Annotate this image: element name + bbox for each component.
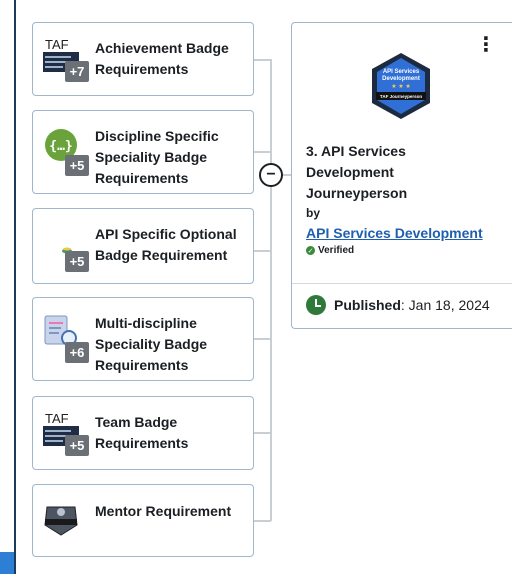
journeyperson-badge-icon: API Services Development ★ ★ ★ TAF Journ…	[368, 51, 434, 121]
requirement-card-mentor[interactable]: Mentor Requirement	[32, 484, 254, 557]
published-date: : Jan 18, 2024	[400, 297, 490, 313]
badge-line: TAF Journeyperson	[380, 94, 422, 99]
card-title: Achievement Badge Requirements	[95, 40, 229, 77]
badge-line: Development	[382, 76, 420, 82]
requirement-card-multi-discipline[interactable]: +6 Multi-discipline Speciality Badge Req…	[32, 297, 254, 381]
badge-title: 3. API Services Development Journeyperso…	[306, 143, 408, 201]
connector-branch	[254, 338, 271, 340]
clock-icon	[306, 295, 326, 315]
verified-label: Verified	[318, 245, 355, 256]
badge-count: +5	[65, 435, 89, 456]
mentor-badge-icon	[41, 497, 89, 541]
connector-branch	[254, 520, 271, 522]
published-label: Published	[334, 297, 401, 313]
taf-logo-text: TAF	[45, 37, 69, 52]
verified-status: ✓ Verified	[306, 245, 354, 256]
badge-line: API Services	[383, 69, 420, 75]
requirement-card-api-optional[interactable]: +5 API Specific Optional Badge Requireme…	[32, 208, 254, 284]
connector-trunk	[270, 59, 272, 521]
card-title: API Specific Optional Badge Requirement	[95, 226, 237, 263]
connector-branch	[254, 151, 271, 153]
published-info: Published: Jan 18, 2024	[306, 295, 490, 315]
frame-accent	[0, 552, 14, 574]
connector-branch	[254, 250, 271, 252]
requirement-card-achievement[interactable]: TAF +7 Achievement Badge Requirements	[32, 22, 254, 96]
badge-count: +5	[65, 155, 89, 176]
badge-count: +7	[65, 61, 89, 82]
svg-text:★ ★ ★: ★ ★ ★	[391, 83, 410, 90]
connector-branch	[254, 59, 271, 61]
requirement-card-team[interactable]: TAF +5 Team Badge Requirements	[32, 396, 254, 470]
card-title: Mentor Requirement	[95, 503, 232, 519]
card-title: Discipline Specific Speciality Badge Req…	[95, 128, 219, 186]
divider	[292, 283, 512, 284]
badge-detail-card[interactable]: ⋮ API Services Development ★ ★ ★ TAF Jou…	[291, 22, 512, 329]
badge-count: +5	[65, 251, 89, 272]
issuer-link[interactable]: API Services Development	[306, 225, 483, 241]
card-title: Multi-discipline Speciality Badge Requir…	[95, 315, 208, 373]
collapse-button[interactable]: −	[259, 163, 283, 187]
more-options-icon[interactable]: ⋮	[476, 35, 496, 55]
taf-logo-text: TAF	[45, 411, 69, 426]
card-title: Team Badge Requirements	[95, 414, 189, 451]
connector-branch	[254, 432, 271, 434]
by-label: by	[306, 206, 321, 220]
svg-text:{…}: {…}	[49, 139, 72, 154]
badge-count: +6	[65, 342, 89, 363]
requirement-card-discipline[interactable]: {…} +5 Discipline Specific Speciality Ba…	[32, 110, 254, 194]
verified-check-icon: ✓	[306, 246, 315, 255]
